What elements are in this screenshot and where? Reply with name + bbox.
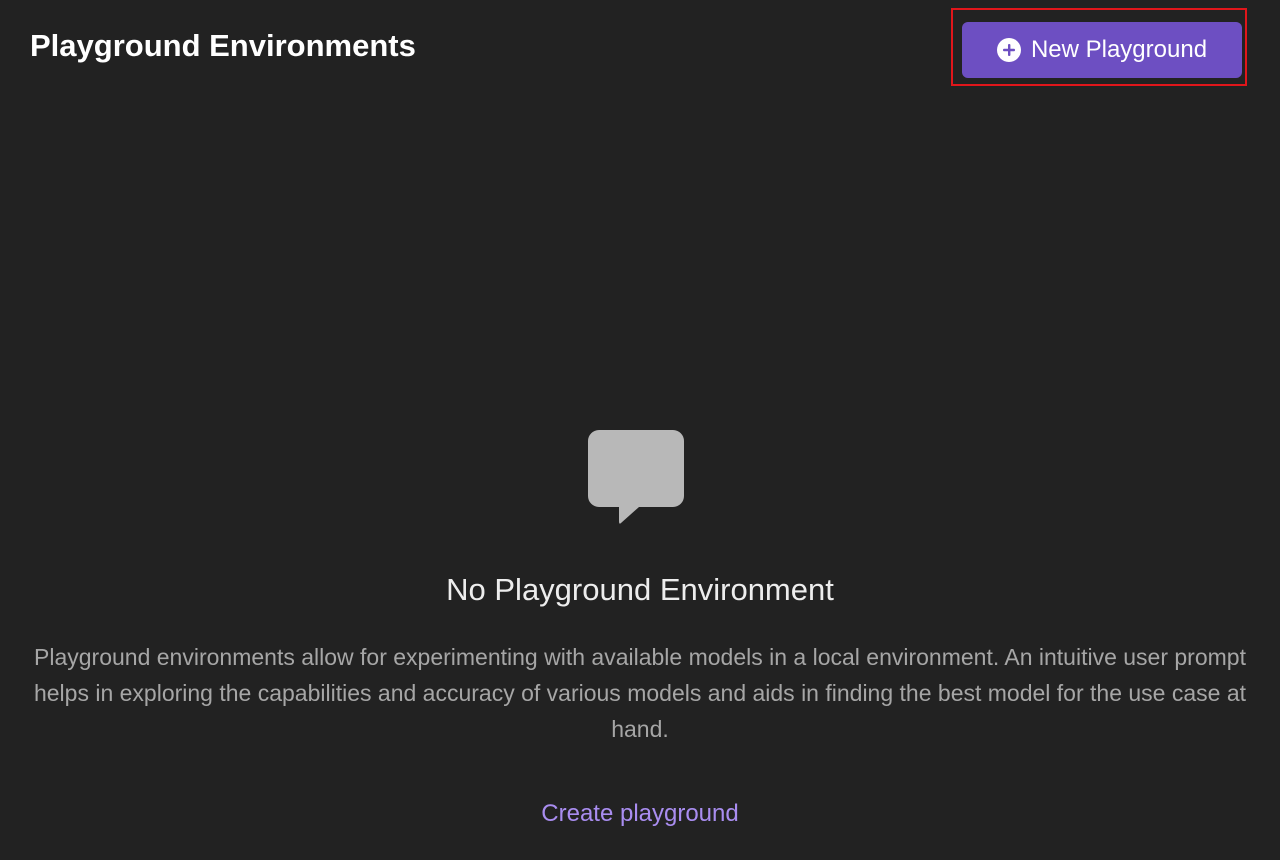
create-playground-link[interactable]: Create playground xyxy=(541,800,738,827)
page-title: Playground Environments xyxy=(30,28,416,63)
playground-environments-page: Playground Environments New Playground N… xyxy=(0,0,1280,860)
new-playground-button[interactable]: New Playground xyxy=(962,22,1242,78)
chat-bubble-icon xyxy=(588,430,684,524)
new-playground-label: New Playground xyxy=(1030,36,1208,63)
empty-state-description: Playground environments allow for experi… xyxy=(33,644,1247,742)
plus-circle-icon xyxy=(996,38,1021,62)
empty-state-title: No Playground Environment xyxy=(446,572,834,607)
create-playground-link-row: Create playground xyxy=(0,796,1280,832)
